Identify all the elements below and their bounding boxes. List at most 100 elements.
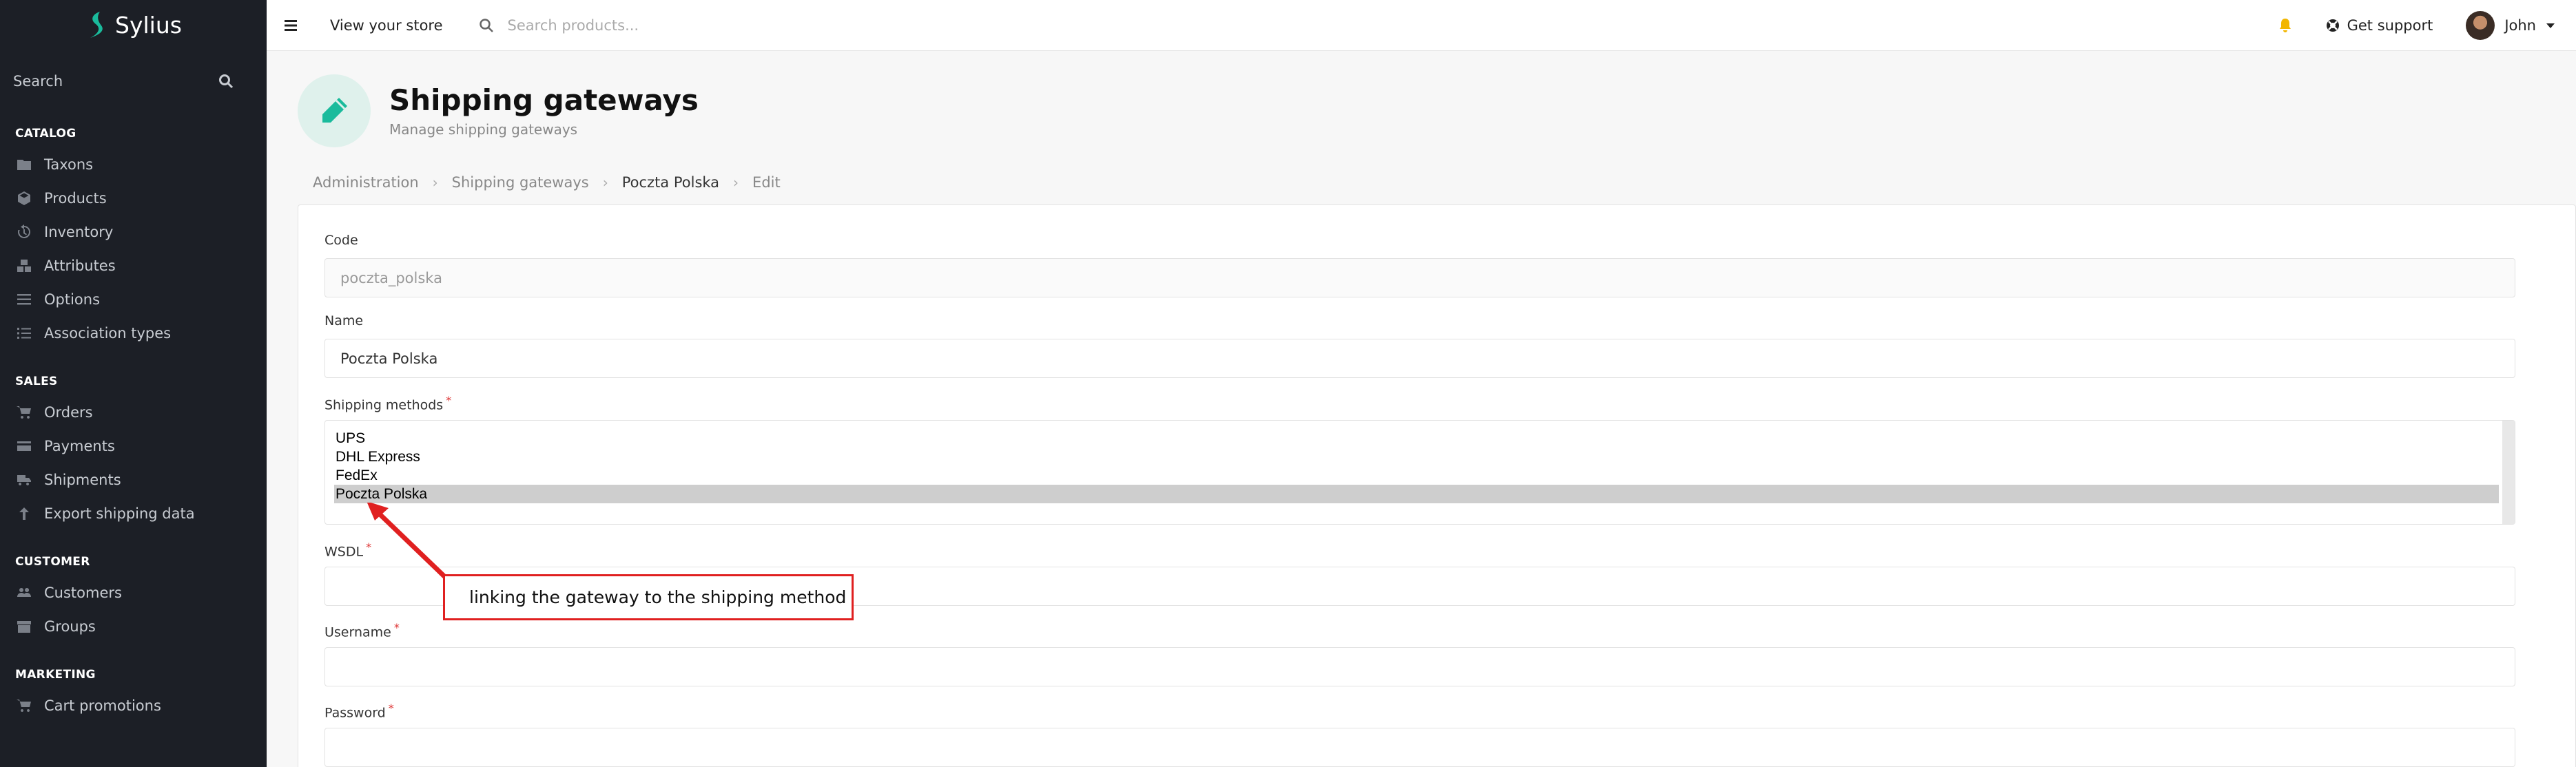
breadcrumb-edit: Edit [752,174,781,191]
get-support-link[interactable]: Get support [2325,17,2433,34]
sylius-logo-icon [90,12,103,38]
sidebar-item-products[interactable]: Products [0,181,267,215]
hamburger-icon [285,19,297,31]
code-field: poczta_polska [324,258,2515,297]
history-icon [17,224,30,238]
page-header-icon [298,74,371,147]
shipping-methods-label-text: Shipping methods [324,397,444,413]
sidebar-search-label: Search [13,73,63,90]
wsdl-label: WSDL * [324,540,371,559]
sidebar-item-payments[interactable]: Payments [0,429,267,463]
top-bar: View your store Search products... Get s… [267,0,2576,51]
sidebar-item-inventory[interactable]: Inventory [0,215,267,249]
password-label-text: Password [324,705,386,721]
wsdl-label-text: WSDL [324,544,364,560]
name-label: Name [324,313,364,328]
sidebar-section-sales: SALES Orders Payments Shipments Export s… [0,368,267,530]
app-name: Sylius [115,11,182,39]
menu-toggle-button[interactable] [267,19,315,32]
sidebar-item-label: Products [44,189,107,207]
payment-icon [17,441,31,451]
sidebar-item-label: Customers [44,584,122,601]
sidebar-item-attributes[interactable]: Attributes [0,249,267,282]
name-field[interactable]: Poczta Polska [324,339,2515,378]
sidebar-section-catalog: CATALOG Taxons Products Inventory Attrib… [0,120,267,350]
truck-icon [17,474,31,485]
bell-icon[interactable] [2278,17,2292,34]
cube-icon [18,191,30,205]
username-label-text: Username [324,624,391,640]
breadcrumb-current-gateway[interactable]: Poczta Polska [622,174,719,191]
breadcrumb-administration[interactable]: Administration [313,174,419,191]
sidebar-item-label: Cart promotions [44,697,161,714]
sidebar-item-label: Shipments [44,471,121,488]
required-marker: * [388,702,394,715]
breadcrumb-shipping-gateways[interactable]: Shipping gateways [452,174,589,191]
username-label: Username * [324,621,400,640]
shipping-methods-select[interactable]: UPS DHL Express FedEx Poczta Polska [324,420,2515,525]
annotation-arrow-icon [367,503,449,580]
shipping-method-option-poczta-polska[interactable]: Poczta Polska [334,485,2499,503]
sidebar-item-label: Attributes [44,257,116,274]
sidebar-section-marketing: MARKETING Cart promotions [0,661,267,722]
lifesaver-icon [2326,19,2339,32]
sidebar-item-groups[interactable]: Groups [0,609,267,643]
avatar [2466,10,2495,40]
password-field[interactable] [324,728,2515,767]
sidebar-search[interactable]: Search [0,50,267,113]
search-icon[interactable] [218,74,234,89]
chevron-right-icon: › [432,174,438,191]
search-input[interactable]: Search products... [508,17,639,34]
sidebar-item-label: Orders [44,403,93,421]
view-store-link[interactable]: View your store [330,17,443,34]
shipping-method-option-ups[interactable]: UPS [334,429,2499,448]
section-title: MARKETING [15,668,96,682]
archive-icon [17,620,31,633]
users-icon [17,587,31,597]
sidebar-item-label: Options [44,291,101,308]
arrow-up-icon [19,507,29,520]
password-label: Password * [324,702,394,720]
pencil-icon [322,98,347,123]
search-icon [479,18,493,32]
sidebar-item-label: Inventory [44,223,114,240]
sidebar-item-label: Taxons [44,156,94,173]
sidebar: Sylius Search CATALOG Taxons Products In… [0,0,267,767]
caret-down-icon [2546,23,2555,28]
code-label: Code [324,233,358,248]
cart-icon [17,699,31,712]
tasks-icon [17,327,31,339]
logo[interactable]: Sylius [0,0,267,50]
sidebar-item-label: Groups [44,618,96,635]
sidebar-item-taxons[interactable]: Taxons [0,147,267,181]
shipping-methods-label: Shipping methods * [324,394,451,412]
required-marker: * [393,621,400,634]
required-marker: * [446,394,452,407]
sidebar-item-shipments[interactable]: Shipments [0,463,267,496]
section-title: CATALOG [15,127,76,140]
sidebar-item-options[interactable]: Options [0,282,267,316]
select-scrollbar[interactable] [2502,421,2515,524]
section-title: CUSTOMER [15,555,90,569]
sidebar-item-customers[interactable]: Customers [0,576,267,609]
sidebar-item-cart-promotions[interactable]: Cart promotions [0,689,267,722]
sidebar-item-orders[interactable]: Orders [0,395,267,429]
folder-icon [17,159,31,170]
sidebar-item-label: Payments [44,437,115,454]
cart-icon [17,406,31,419]
top-right: Get support John [2278,10,2555,40]
shipping-method-option-dhl[interactable]: DHL Express [334,448,2499,466]
sidebar-item-association-types[interactable]: Association types [0,316,267,350]
shipping-method-option-fedex[interactable]: FedEx [334,466,2499,485]
page-subtitle: Manage shipping gateways [389,121,578,138]
username-field[interactable] [324,647,2515,686]
section-title: SALES [15,375,58,388]
chevron-right-icon: › [602,174,608,191]
sidebar-item-label: Export shipping data [44,505,195,522]
user-menu[interactable]: John [2466,10,2555,40]
sidebar-section-customer: CUSTOMER Customers Groups [0,548,267,643]
chevron-right-icon: › [733,174,739,191]
product-search[interactable]: Search products... [479,17,639,34]
sidebar-item-export-shipping-data[interactable]: Export shipping data [0,496,267,530]
user-name: John [2504,17,2536,34]
